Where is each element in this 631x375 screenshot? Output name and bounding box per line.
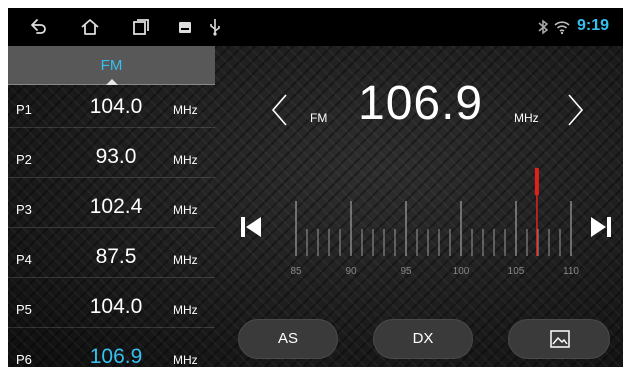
preset-item-active[interactable]: P6 106.9 MHz [8,328,215,367]
recent-apps-icon[interactable] [131,17,151,37]
dial-label: 100 [453,266,470,277]
preset-frequency: 87.5 [95,245,137,268]
preset-item[interactable]: P3 102.4 MHz [8,178,215,228]
status-bar: 9:19 [8,8,623,46]
preset-name: P4 [16,252,32,267]
preset-frequency: 93.0 [95,145,137,168]
skip-next-icon[interactable] [590,215,612,239]
preset-list: P1 104.0 MHz P2 93.0 MHz P3 102.4 MHz P4… [8,85,215,367]
preset-name: P1 [16,102,32,117]
image-notification-icon [179,22,191,33]
preset-unit: MHz [173,303,198,317]
preset-name: P3 [16,202,32,217]
preset-unit: MHz [173,103,198,117]
preset-item[interactable]: P2 93.0 MHz [8,128,215,178]
radio-screen: 9:19 FM P1 104.0 MHz P2 93.0 MHz P3 102.… [8,8,623,367]
seek-up-arrow-icon[interactable] [561,90,589,130]
dx-button[interactable]: DX [373,319,473,359]
current-frequency: 106.9 [358,77,484,130]
dial-label: 95 [400,266,412,277]
home-icon[interactable] [80,17,100,37]
tuning-needle-head[interactable] [534,168,539,195]
preset-unit: MHz [173,353,198,367]
picture-icon [550,330,570,348]
skip-previous-icon[interactable] [240,215,262,239]
clock: 9:19 [576,17,609,34]
picture-button[interactable] [508,319,610,359]
dial-label: 85 [290,266,302,277]
preset-name: P6 [16,352,32,367]
preset-frequency: 106.9 [89,345,143,367]
as-button[interactable]: AS [238,319,338,359]
preset-frequency: 102.4 [89,195,143,218]
tuning-dial[interactable]: 85 90 95 100 105 110 [278,168,588,278]
dial-label: 105 [508,266,525,277]
dial-label: 90 [345,266,357,277]
preset-item[interactable]: P1 104.0 MHz [8,85,215,128]
preset-frequency: 104.0 [89,95,143,118]
preset-unit: MHz [173,253,198,267]
current-frequency-unit: MHz [514,111,539,125]
wifi-icon [554,21,570,35]
seek-down-arrow-icon[interactable] [266,90,294,130]
preset-name: P5 [16,302,32,317]
band-tab-fm[interactable]: FM [8,46,215,85]
band-tab-label: FM [100,57,123,74]
usb-icon [210,19,220,36]
bluetooth-icon [538,19,549,35]
back-icon[interactable] [28,17,48,37]
preset-item[interactable]: P4 87.5 MHz [8,228,215,278]
preset-frequency: 104.0 [89,295,143,318]
preset-item[interactable]: P5 104.0 MHz [8,278,215,328]
preset-unit: MHz [173,203,198,217]
dial-label: 110 [563,266,579,277]
preset-name: P2 [16,152,32,167]
current-band: FM [310,111,328,125]
preset-unit: MHz [173,153,198,167]
